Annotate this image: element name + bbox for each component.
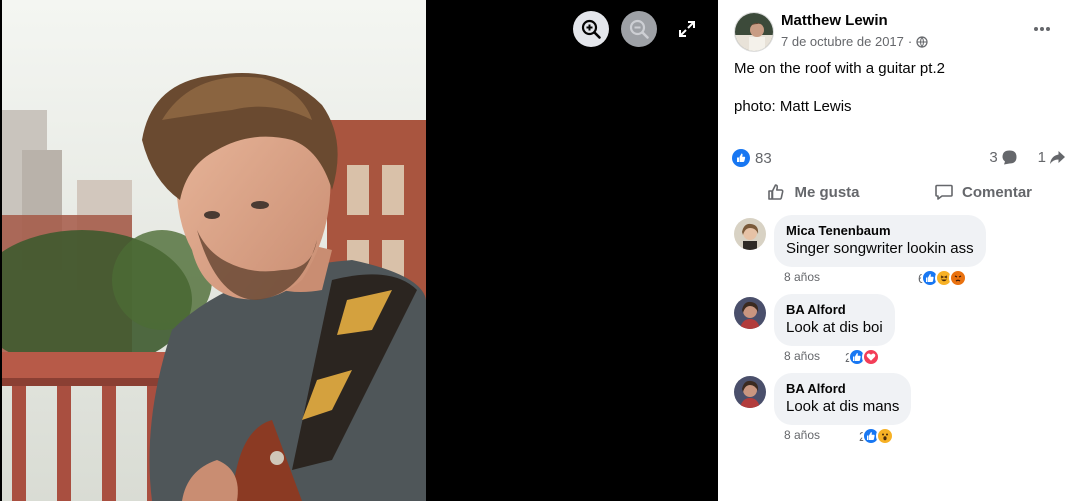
post-panel: Matthew Lewin 7 de octubre de 2017 · Me …	[718, 0, 1078, 501]
comment-text: Look at dis boi	[786, 319, 883, 336]
comment-item: Mica Tenenbaum Singer songwriter lookin …	[734, 215, 1064, 287]
fullscreen-icon	[679, 21, 695, 37]
author-name[interactable]: Matthew Lewin	[781, 12, 888, 29]
angry-reaction-icon	[949, 269, 968, 287]
reaction-summary[interactable]: 83	[732, 149, 772, 167]
post-photo[interactable]	[2, 0, 426, 501]
share-count: 1	[1037, 149, 1046, 166]
more-horizontal-icon	[1034, 27, 1050, 31]
comment-reactions[interactable]: 2	[859, 427, 895, 445]
avatar-image	[734, 297, 766, 329]
share-count-link[interactable]: 1	[1038, 149, 1066, 166]
comment-age[interactable]: 8 años	[784, 270, 820, 284]
photo-illustration	[2, 0, 426, 501]
like-button[interactable]: Me gusta	[718, 177, 908, 207]
avatar-image	[734, 376, 766, 408]
comment-reactions[interactable]: 6	[918, 269, 968, 287]
post-caption: Me on the roof with a guitar pt.2	[734, 60, 945, 77]
comment-text: Singer songwriter lookin ass	[786, 240, 974, 257]
comment-item: BA Alford Look at dis boi 8 años 2	[734, 294, 1064, 366]
comment-button[interactable]: Comentar	[908, 177, 1058, 207]
comment-reactions[interactable]: 2	[845, 348, 881, 366]
love-reaction-icon	[862, 348, 881, 366]
wow-reaction-icon	[876, 427, 895, 445]
commenter-avatar[interactable]	[734, 297, 766, 329]
comment-bubble: BA Alford Look at dis boi	[774, 294, 895, 346]
commenter-name[interactable]: BA Alford	[786, 302, 883, 318]
comment-age[interactable]: 8 años	[784, 428, 820, 442]
avatar-image	[734, 218, 766, 250]
like-label: Me gusta	[794, 183, 860, 201]
comment-item: BA Alford Look at dis mans 8 años 2	[734, 373, 1064, 445]
reaction-count: 83	[755, 149, 772, 167]
zoom-out-icon	[629, 19, 649, 39]
comment-count-link[interactable]: 3	[989, 149, 1017, 166]
commenter-name[interactable]: BA Alford	[786, 381, 899, 397]
comment-bubble: Mica Tenenbaum Singer songwriter lookin …	[774, 215, 986, 267]
more-options-button[interactable]	[1026, 16, 1058, 42]
zoom-in-button[interactable]	[573, 11, 609, 47]
comment-label: Comentar	[961, 183, 1032, 201]
avatar-image	[735, 13, 773, 51]
photo-viewer	[0, 0, 718, 501]
like-reaction-icon	[732, 149, 750, 167]
comment-bubble: BA Alford Look at dis mans	[774, 373, 912, 425]
commenter-avatar[interactable]	[734, 218, 766, 250]
comment-bubble-icon	[1002, 150, 1017, 165]
thumbs-up-icon	[768, 184, 784, 200]
comment-text: Look at dis mans	[786, 398, 900, 415]
commenter-name[interactable]: Mica Tenenbaum	[786, 223, 974, 239]
commenter-avatar[interactable]	[734, 376, 766, 408]
engagement-counts: 3 1	[989, 149, 1066, 166]
comment-icon	[935, 184, 953, 200]
globe-icon[interactable]	[916, 35, 928, 48]
zoom-out-button[interactable]	[621, 11, 657, 47]
meta-separator: ·	[907, 34, 913, 49]
post-date[interactable]: 7 de octubre de 2017	[781, 34, 904, 49]
post-meta: 7 de octubre de 2017 ·	[781, 34, 928, 49]
fullscreen-button[interactable]	[669, 11, 705, 47]
author-avatar[interactable]	[734, 12, 774, 52]
zoom-in-icon	[581, 19, 601, 39]
post-actions: Me gusta Comentar	[718, 177, 1078, 207]
photo-credit: photo: Matt Lewis	[734, 98, 852, 115]
comment-count: 3	[989, 149, 998, 166]
share-arrow-icon	[1050, 151, 1065, 164]
comment-age[interactable]: 8 años	[784, 349, 820, 363]
